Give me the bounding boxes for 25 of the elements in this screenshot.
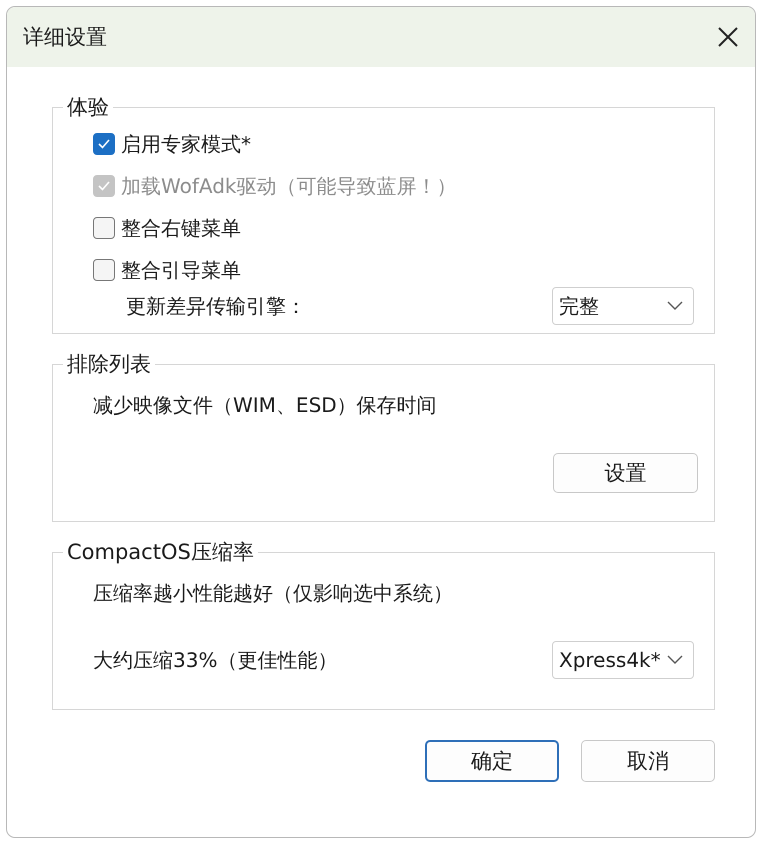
group-title: CompactOS压缩率: [66, 539, 255, 566]
group-title: 排除列表: [66, 351, 152, 378]
option-label: 大约压缩33%（更佳性能）: [93, 646, 338, 674]
close-icon[interactable]: [717, 26, 739, 48]
checkbox-label: 整合引导菜单: [121, 256, 241, 284]
compression-dropdown[interactable]: Xpress4k*: [552, 641, 694, 679]
checkmark-icon: [97, 138, 111, 150]
description-text: 压缩率越小性能越好（仅影响选中系统）: [93, 580, 454, 607]
engine-label: 更新差异传输引擎：: [126, 292, 306, 320]
engine-dropdown[interactable]: 完整: [552, 287, 694, 325]
chevron-down-icon: [667, 301, 683, 311]
checkbox[interactable]: [93, 133, 115, 155]
checkbox[interactable]: [93, 259, 115, 281]
checkbox-label: 加载WofAdk驱动（可能导致蓝屏！）: [121, 172, 456, 200]
chevron-down-icon: [667, 655, 683, 665]
checkbox-label: 整合右键菜单: [121, 214, 241, 242]
ok-button[interactable]: 确定: [425, 740, 559, 782]
description-text: 减少映像文件（WIM、ESD）保存时间: [93, 392, 438, 419]
checkbox[interactable]: [93, 217, 115, 239]
settings-button[interactable]: 设置: [553, 453, 698, 493]
checkmark-icon: [97, 180, 111, 192]
cancel-button[interactable]: 取消: [581, 740, 715, 782]
window-title: 详细设置: [23, 24, 107, 51]
checkbox-label: 启用专家模式*: [121, 130, 251, 158]
group-title: 体验: [66, 94, 110, 121]
